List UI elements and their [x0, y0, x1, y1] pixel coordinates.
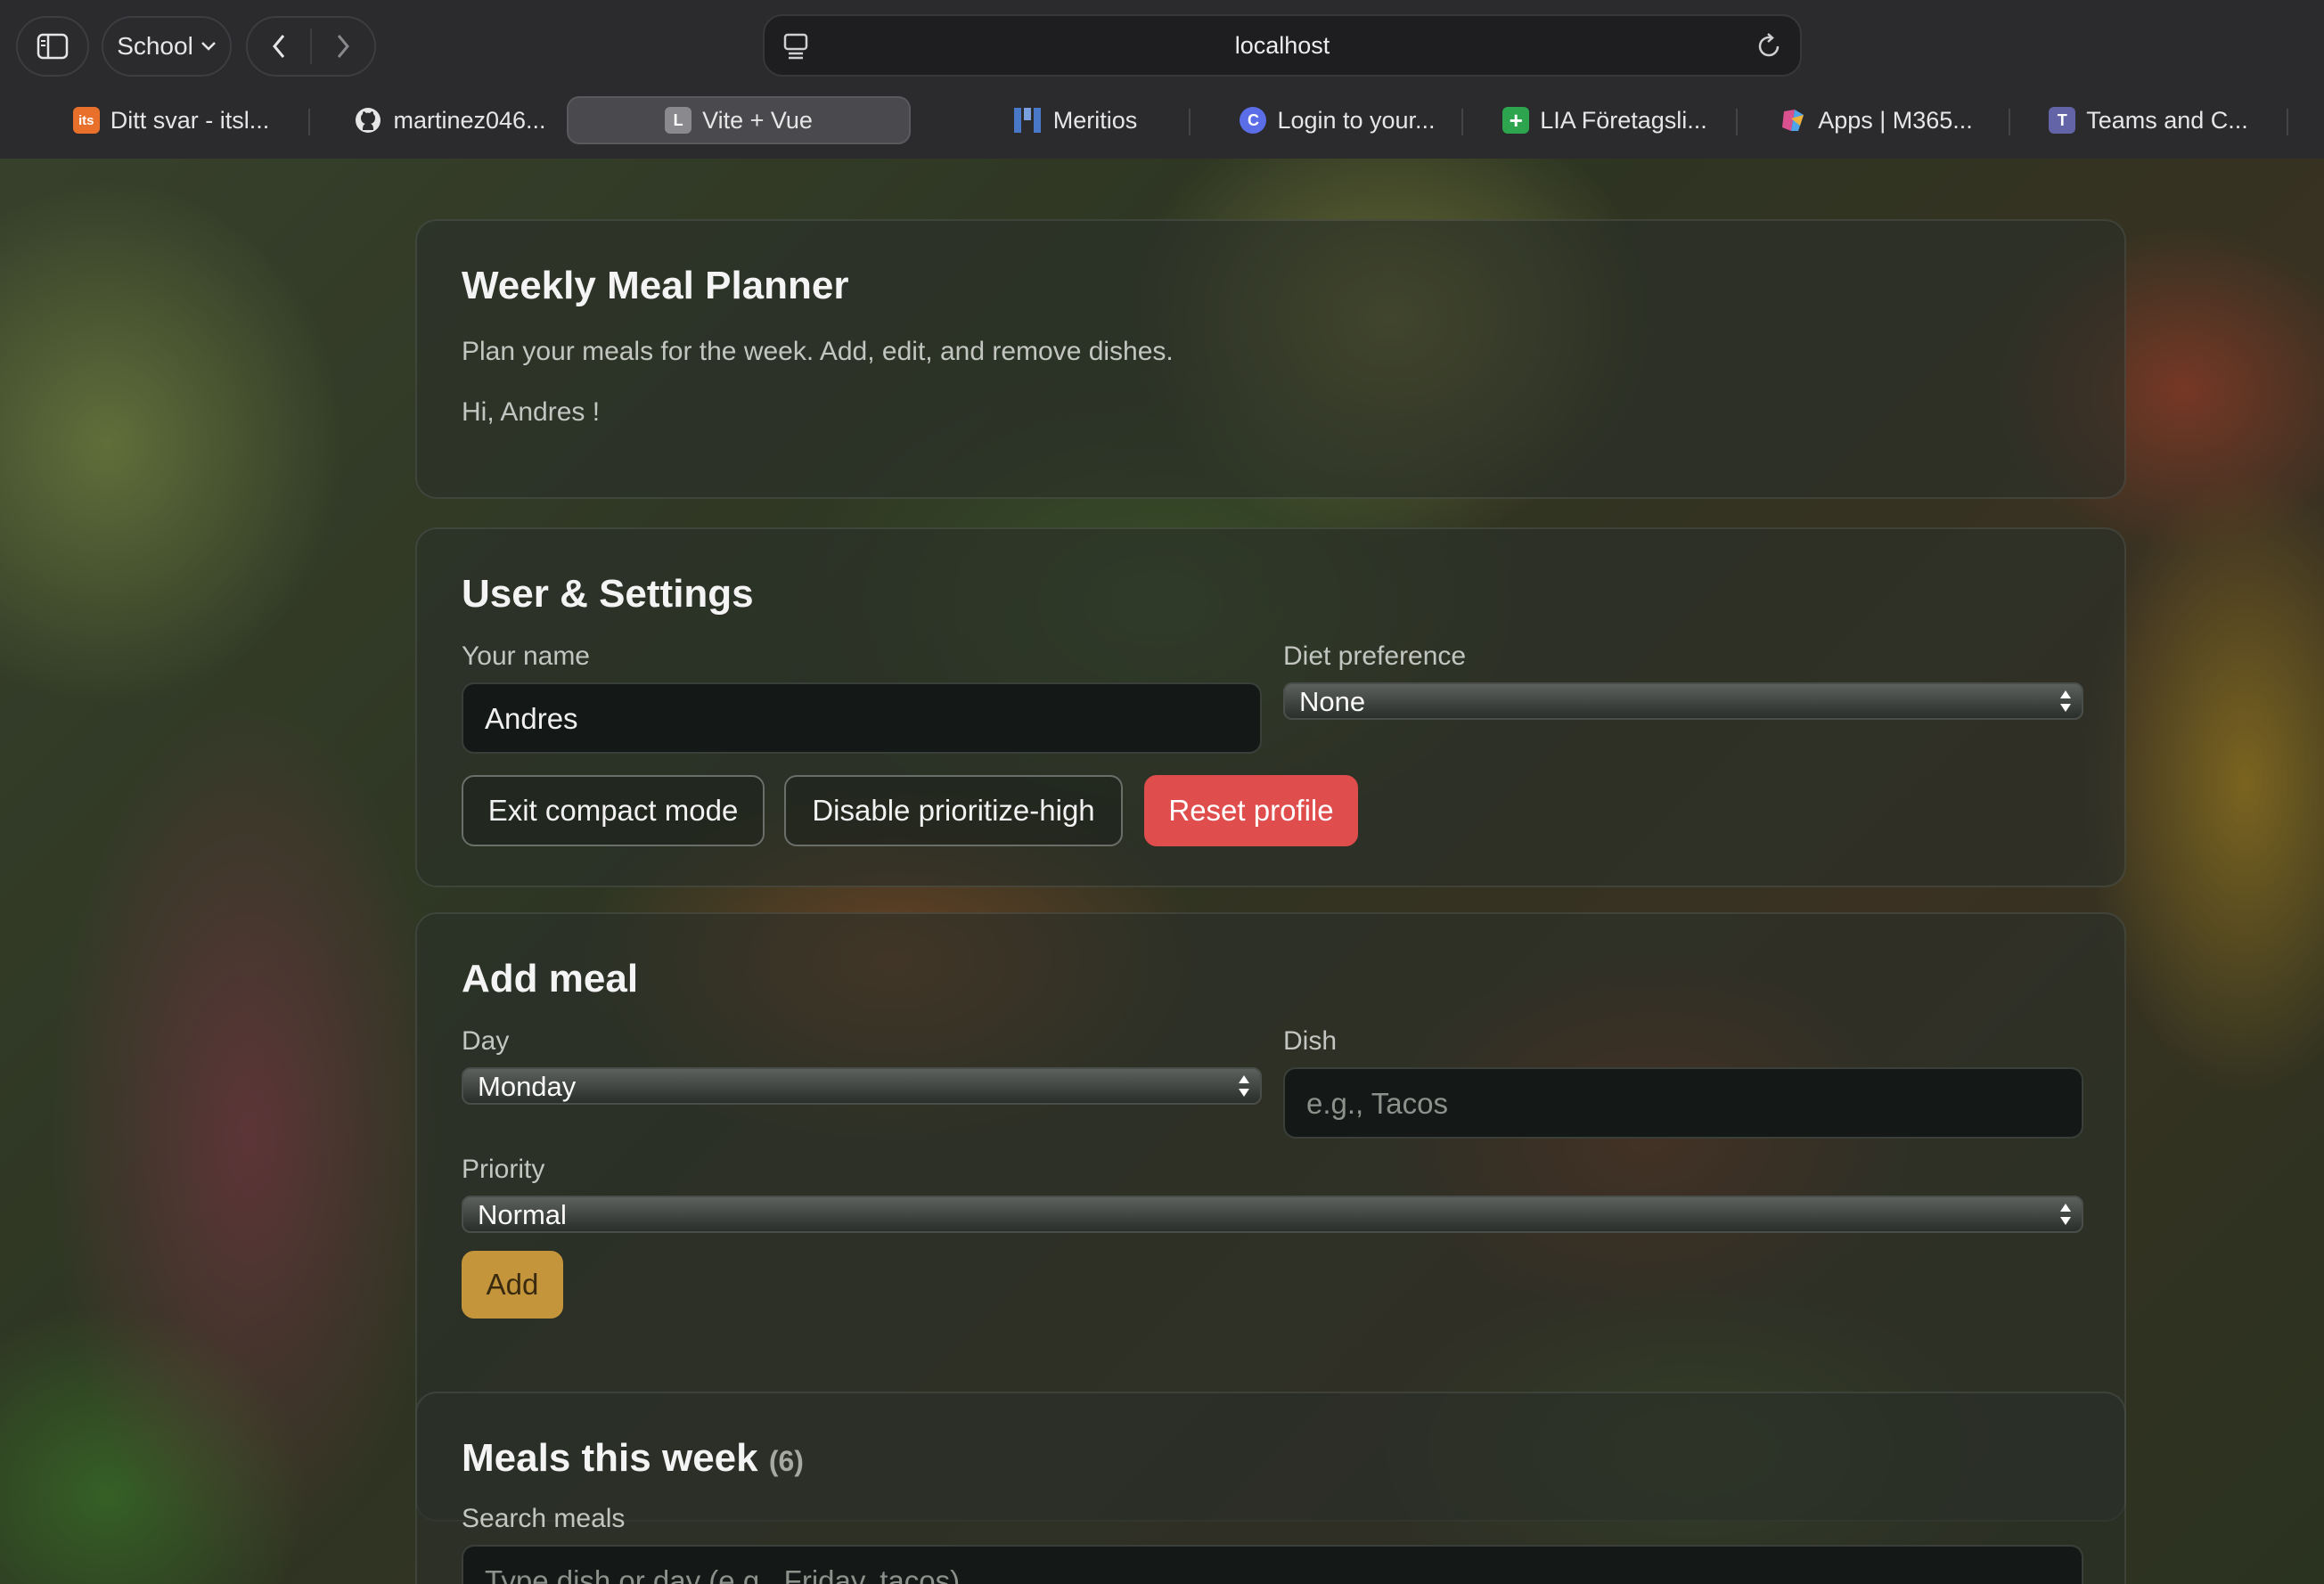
diet-select-value: None: [1299, 686, 1366, 717]
tab-label: Ditt svar - itsl...: [110, 106, 270, 134]
name-label: Your name: [462, 641, 590, 671]
page-viewport: Weekly Meal Planner Plan your meals for …: [0, 159, 2324, 1584]
tab-separator: [1736, 109, 1738, 135]
day-select[interactable]: Monday: [462, 1067, 1262, 1105]
chevron-right-icon: [337, 35, 349, 58]
tab-separator: [2009, 109, 2010, 135]
teams-icon: T: [2049, 107, 2076, 134]
meals-title: Meals this week (6): [462, 1436, 804, 1481]
reset-profile-button[interactable]: Reset profile: [1144, 775, 1358, 846]
priority-select-value: Normal: [478, 1199, 567, 1230]
tab-label: Login to your...: [1277, 106, 1436, 134]
dish-input[interactable]: e.g., Tacos: [1283, 1067, 2083, 1139]
dish-label: Dish: [1283, 1026, 1338, 1056]
address-bar[interactable]: localhost: [763, 14, 1802, 77]
browser-chrome: School localhost its Ditt svar - itsl...…: [0, 0, 2324, 159]
tab-meritios[interactable]: Meritios: [941, 96, 1208, 144]
header-card: Weekly Meal Planner Plan your meals for …: [415, 219, 2126, 499]
tab-label: LIA Företagsli...: [1540, 106, 1707, 134]
add-meal-button[interactable]: Add: [462, 1251, 563, 1319]
select-arrows-icon: [1239, 1075, 1249, 1097]
day-label: Day: [462, 1026, 510, 1056]
m365-icon: [1782, 110, 1804, 131]
tab-label: Apps | M365...: [1818, 106, 1973, 134]
chevron-down-icon: [200, 42, 216, 51]
priority-select[interactable]: Normal: [462, 1196, 2083, 1233]
tab-bar: its Ditt svar - itsl... martinez046... L…: [14, 94, 2324, 148]
greeting-text: Hi, Andres !: [462, 397, 601, 427]
meals-count: (6): [768, 1445, 804, 1477]
tab-m365-apps[interactable]: Apps | M365...: [1747, 96, 2005, 144]
select-arrows-icon: [2060, 690, 2071, 712]
canva-icon: C: [1240, 107, 1267, 134]
chevron-left-icon: [273, 35, 285, 58]
tab-separator: [1461, 109, 1463, 135]
page-title: Weekly Meal Planner: [462, 264, 849, 307]
tab-itslearning[interactable]: its Ditt svar - itsl...: [46, 96, 296, 144]
forward-button[interactable]: [312, 18, 374, 75]
select-arrows-icon: [2060, 1204, 2071, 1225]
meritios-icon: [1013, 108, 1041, 133]
tab-lia[interactable]: + LIA Företagsli...: [1476, 96, 1734, 144]
add-meal-title: Add meal: [462, 957, 639, 1000]
sidebar-toggle-button[interactable]: [16, 16, 89, 77]
profile-switcher[interactable]: School: [102, 16, 232, 77]
browser-toolbar: School localhost: [0, 0, 2324, 93]
settings-card: User & Settings Your name Andres Diet pr…: [415, 527, 2126, 887]
sheets-icon: +: [1502, 107, 1530, 134]
profile-label: School: [117, 32, 193, 60]
github-icon: [356, 108, 381, 133]
letter-l-icon: L: [665, 107, 692, 134]
tab-label: Meritios: [1052, 106, 1138, 134]
tab-label: Vite + Vue: [702, 106, 813, 134]
priority-label: Priority: [462, 1155, 545, 1184]
tab-separator: [2287, 109, 2288, 135]
tab-label: martinez046...: [393, 106, 546, 134]
disable-prioritize-button[interactable]: Disable prioritize-high: [784, 775, 1123, 846]
search-input[interactable]: Type dish or day (e.g., Friday, tacos): [462, 1545, 2083, 1584]
tab-canva-login[interactable]: C Login to your...: [1208, 96, 1467, 144]
itslearning-icon: its: [72, 107, 100, 134]
tab-label: Teams and C...: [2086, 106, 2248, 134]
tab-separator: [1189, 109, 1191, 135]
history-nav: [246, 16, 376, 77]
url-text: localhost: [1234, 32, 1330, 59]
tab-teams[interactable]: T Teams and C...: [2019, 96, 2278, 144]
meals-title-text: Meals this week: [462, 1436, 758, 1480]
exit-compact-button[interactable]: Exit compact mode: [462, 775, 765, 846]
tab-github[interactable]: martinez046...: [321, 96, 579, 144]
name-input[interactable]: Andres: [462, 682, 1262, 754]
page-subtitle: Plan your meals for the week. Add, edit,…: [462, 337, 1174, 366]
meals-card: Meals this week (6) Search meals Type di…: [415, 1392, 2126, 1584]
tab-separator: [308, 109, 310, 135]
day-select-value: Monday: [478, 1071, 577, 1102]
settings-title: User & Settings: [462, 572, 754, 616]
tab-vite-vue[interactable]: L Vite + Vue: [567, 96, 911, 144]
reload-icon[interactable]: [1755, 32, 1782, 61]
search-label: Search meals: [462, 1504, 626, 1533]
sidebar-icon: [37, 33, 69, 60]
diet-select[interactable]: None: [1283, 682, 2083, 720]
diet-label: Diet preference: [1283, 641, 1467, 671]
back-button[interactable]: [248, 18, 310, 75]
